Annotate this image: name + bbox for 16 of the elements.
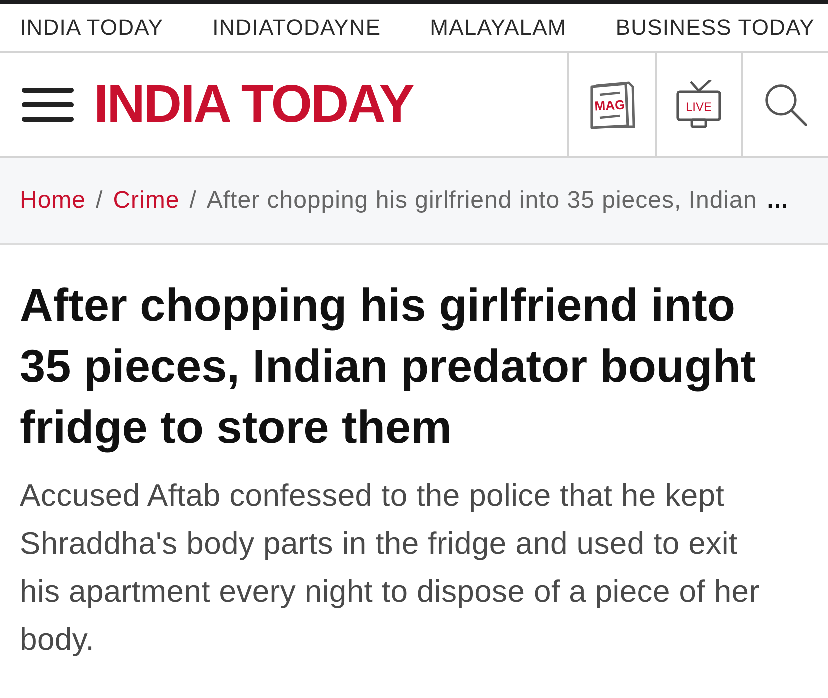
breadcrumb-separator: / [96,186,104,214]
menu-button[interactable] [22,86,74,122]
article-headline: After chopping his girlfriend into 35 pieces, Indian predator bought fridge to store them [20,278,758,455]
breadcrumb-link[interactable]: Home [20,186,86,214]
search-icon [764,82,808,126]
site-nav-link[interactable]: INDIA TODAY [20,14,164,40]
site-nav-link[interactable]: MALAYALAM [430,14,567,40]
site-logo[interactable]: INDIA TODAY [94,74,414,135]
breadcrumb-separator: / [190,186,197,214]
breadcrumb-link[interactable]: Crime [113,186,180,214]
breadcrumb-current: After chopping his girlfriend into 35 pieces, Indian [206,186,758,214]
menu-icon [22,86,74,122]
article-summary: Accused Aftab confessed to the police that he kept Shraddha's body parts in the fridge and used to exit his apartment every night to dispose of a piece of her body. [20,477,761,659]
site-nav-link[interactable]: INDIATODAYNE [212,14,382,40]
breadcrumb-ellipsis: ... [767,186,789,214]
site-nav-link[interactable]: BUSINESS TODAY [616,14,815,40]
